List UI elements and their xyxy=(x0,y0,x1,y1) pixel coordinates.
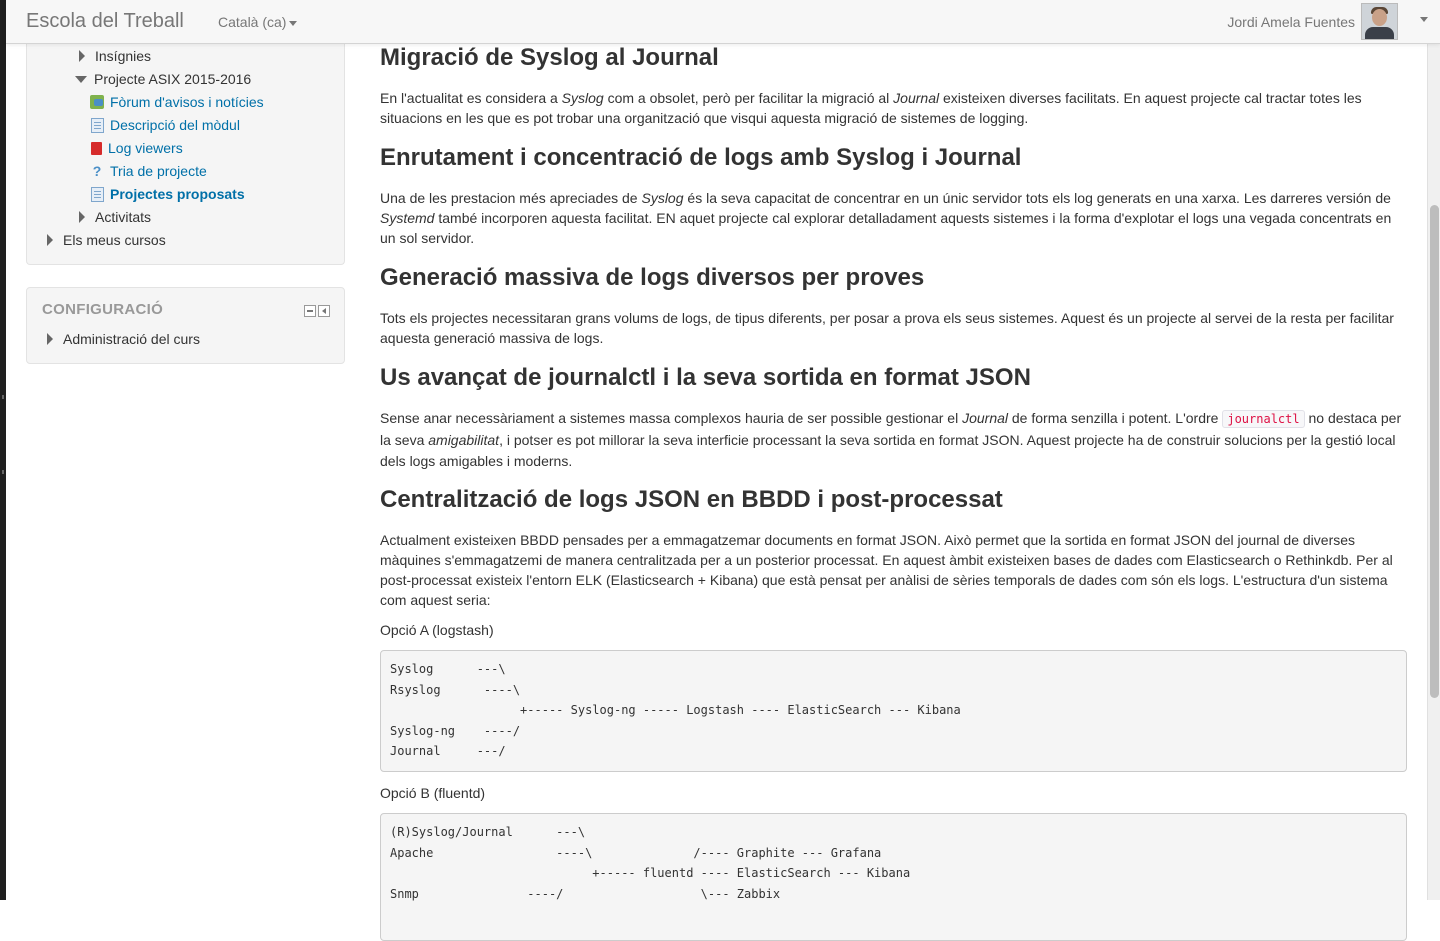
edge-notch xyxy=(2,395,4,399)
nav-item-label: Projectes proposats xyxy=(110,186,245,202)
section-paragraph: Actualment existeixen BBDD pensades per … xyxy=(380,532,1393,608)
expanded-arrow-icon xyxy=(75,75,87,83)
section-paragraph: Una de les prestacion més apreciades de … xyxy=(380,190,1392,246)
caret-down-icon xyxy=(289,20,298,26)
nav-item-label: Tria de projecte xyxy=(110,163,207,179)
page-icon xyxy=(91,117,104,133)
nav-item-label: Els meus cursos xyxy=(63,232,166,248)
nav-item-label: Fòrum d'avisos i notícies xyxy=(110,94,264,110)
config-block-title: CONFIGURACIÓ xyxy=(42,301,164,318)
nav-item-log-viewers[interactable]: Log viewers xyxy=(91,140,183,156)
nav-item-activitats[interactable]: Activitats xyxy=(79,209,151,225)
inline-code: journalctl xyxy=(1222,410,1305,428)
nav-item-forum-avisos[interactable]: Fòrum d'avisos i notícies xyxy=(90,94,264,110)
collapsed-arrow-icon xyxy=(47,234,53,246)
user-avatar xyxy=(1361,3,1398,40)
language-label: Català (ca) xyxy=(218,14,287,30)
nav-item-descripcio-modul[interactable]: Descripció del mòdul xyxy=(91,117,240,133)
collapsed-arrow-icon xyxy=(47,333,53,345)
option-b-label: Opció B (fluentd) xyxy=(380,785,486,801)
section-heading: Migració de Syslog al Journal xyxy=(380,44,719,71)
user-menu[interactable]: Jordi Amela Fuentes xyxy=(1227,0,1428,43)
nav-item-label: Descripció del mòdul xyxy=(110,117,240,133)
scrollbar-thumb[interactable] xyxy=(1430,205,1439,698)
pdf-icon xyxy=(91,141,102,155)
nav-item-label: Log viewers xyxy=(108,140,183,156)
forum-icon xyxy=(90,95,104,109)
section-paragraph: Sense anar necessàriament a sistemes mas… xyxy=(380,410,1402,469)
nav-item-label: Insígnies xyxy=(95,48,152,64)
avatar-head xyxy=(1372,9,1387,26)
avatar-body xyxy=(1365,27,1394,39)
edge-notch xyxy=(2,470,4,474)
user-name: Jordi Amela Fuentes xyxy=(1227,13,1355,30)
nav-item-tria-projecte[interactable]: ? Tria de projecte xyxy=(90,163,207,179)
site-brand-link[interactable]: Escola del Treball xyxy=(26,10,184,33)
section-heading: Centralització de logs JSON en BBDD i po… xyxy=(380,486,1003,513)
section-heading: Us avançat de journalctl i la seva sorti… xyxy=(380,364,1031,391)
page-scrollbar[interactable] xyxy=(1427,43,1440,900)
language-menu[interactable]: Català (ca) xyxy=(218,14,298,30)
section-heading: Generació massiva de logs diversos per p… xyxy=(380,264,925,291)
nav-item-label: Administració del curs xyxy=(63,331,200,347)
nav-item-els-meus-cursos[interactable]: Els meus cursos xyxy=(47,232,166,248)
nav-item-label: Activitats xyxy=(95,209,152,225)
page-icon xyxy=(91,186,104,202)
navigation-block: Insígnies Projecte ASIX 2015-2016 Fòrum … xyxy=(26,20,345,265)
user-menu-caret-icon xyxy=(1420,17,1428,22)
section-heading: Enrutament i concentració de logs amb Sy… xyxy=(380,144,1022,171)
code-block-fluentd: (R)Syslog/Journal ---\ Apache ----\ /---… xyxy=(380,813,1407,941)
nav-item-insignies[interactable]: Insígnies xyxy=(79,48,151,64)
nav-item-label: Projecte ASIX 2015-2016 xyxy=(94,71,252,87)
section-paragraph: Tots els projectes necessitaran grans vo… xyxy=(380,310,1394,346)
nav-item-administracio-curs[interactable]: Administració del curs xyxy=(47,331,200,347)
collapsed-arrow-icon xyxy=(79,50,85,62)
nav-item-projectes-proposats[interactable]: Projectes proposats xyxy=(91,186,245,202)
hide-block-icon[interactable] xyxy=(304,305,316,317)
option-a-label: Opció A (logstash) xyxy=(380,622,494,638)
choice-question-icon: ? xyxy=(92,163,102,179)
top-navbar: Escola del Treball Català (ca) Jordi Ame… xyxy=(6,0,1440,44)
section-paragraph: En l'actualitat es considera a Syslog co… xyxy=(380,90,1362,126)
configuration-block: CONFIGURACIÓ Administració del curs xyxy=(26,287,345,364)
code-block-logstash: Syslog ---\ Rsyslog ----\ +----- Syslog-… xyxy=(380,650,1407,772)
nav-item-projecte-asix[interactable]: Projecte ASIX 2015-2016 xyxy=(75,71,251,87)
collapsed-arrow-icon xyxy=(79,211,85,223)
left-edge-strip xyxy=(0,0,6,900)
dock-block-icon[interactable] xyxy=(318,305,330,317)
